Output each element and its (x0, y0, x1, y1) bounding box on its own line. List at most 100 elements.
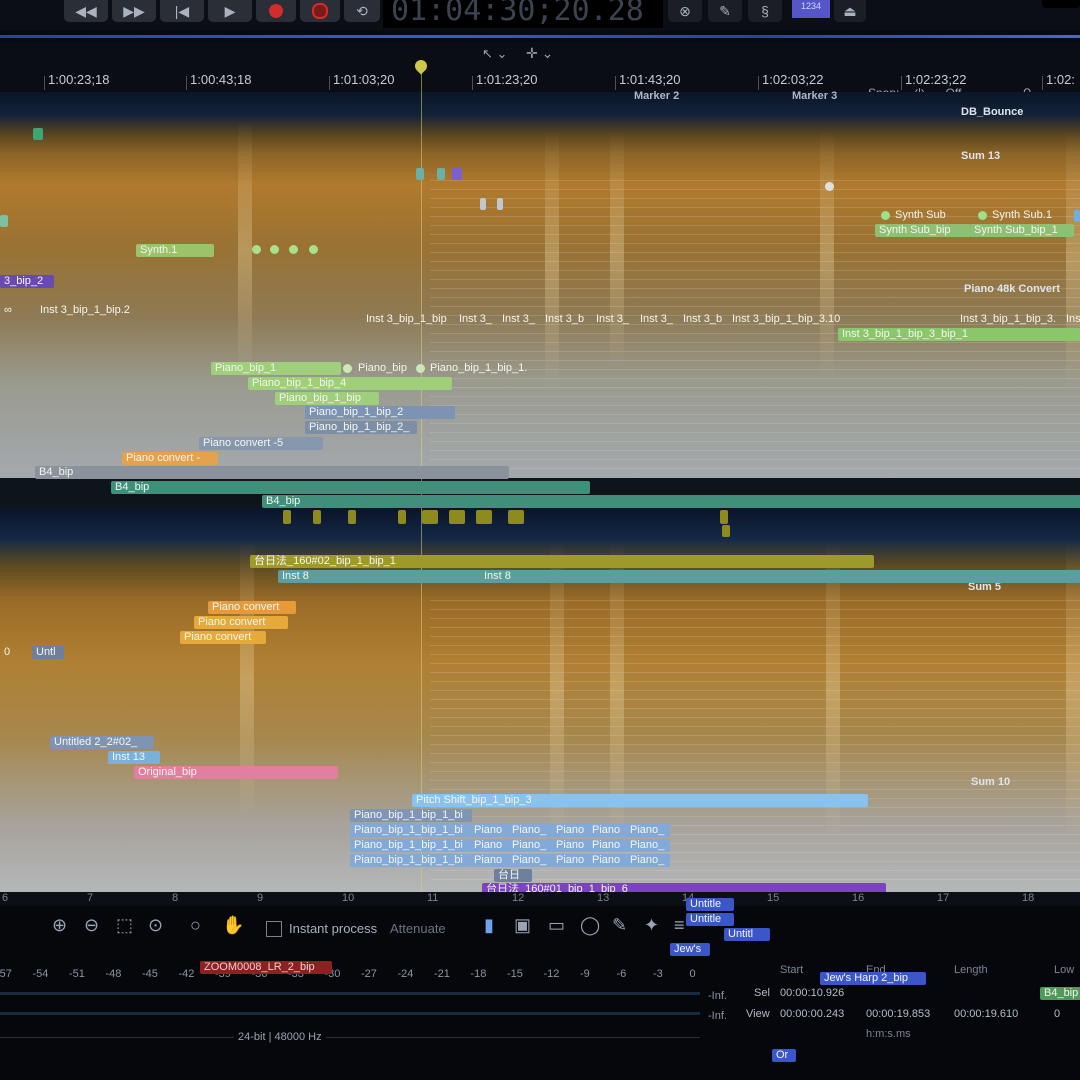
search-icon[interactable]: ○ (190, 915, 201, 936)
clip-piano-cell[interactable]: Piano (552, 839, 590, 852)
frequency-select-icon[interactable]: ▭ (548, 915, 565, 936)
automation-block[interactable] (348, 510, 356, 524)
score-icon[interactable]: § (748, 0, 782, 22)
menu-icon[interactable]: ≡ (674, 915, 685, 936)
clip-piano-bip-1-bip[interactable]: Piano_bip_1_bip (275, 392, 379, 405)
fast-forward-button[interactable]: ▶▶ (112, 0, 156, 22)
sel-start[interactable]: 00:00:10.926 (780, 987, 844, 999)
clip-marker[interactable] (33, 128, 43, 140)
brush-icon[interactable]: ✎ (612, 915, 627, 936)
clip-piano-cell[interactable]: Piano_ (626, 839, 670, 852)
view-low[interactable]: 0 (1054, 1008, 1060, 1020)
clip-marker-dot[interactable] (825, 182, 834, 191)
pointer-tool-icon[interactable]: ↖ ⌄ (482, 46, 507, 62)
clip-marker-dot[interactable] (978, 211, 987, 220)
clip-original-bip[interactable]: Original_bip (134, 766, 338, 779)
go-to-start-button[interactable]: |◀ (160, 0, 204, 22)
clip-inst3-row[interactable]: Inst 3_b (679, 313, 731, 326)
clip-inst3-row[interactable]: Inst 3_ (592, 313, 638, 326)
record-button[interactable] (256, 0, 296, 22)
clip-piano-convert-a[interactable]: Piano convert (208, 601, 296, 614)
clip-inst3-right[interactable]: Inst 3_bip_1_bip_3. (956, 313, 1064, 326)
clip-piano-cell[interactable]: Piano_ (508, 839, 554, 852)
clip-zero[interactable]: 0 (0, 646, 16, 659)
clip-kanji-small[interactable]: 台日 (494, 869, 532, 882)
clip-marker-dot[interactable] (309, 245, 318, 254)
lasso-icon[interactable]: ◯ (580, 915, 600, 936)
clip-b4-bip-3[interactable]: B4_bip (262, 495, 1080, 508)
clip-piano-bip-bi[interactable]: Piano_bip_1_bip_1_bi (350, 854, 470, 867)
clip-inst3-bip1-bip2[interactable]: Inst 3_bip_1_bip.2 (36, 304, 150, 317)
clip-piano-cell[interactable]: Piano_ (508, 824, 554, 837)
clip-piano-cell[interactable]: Piano (470, 824, 510, 837)
automation-block[interactable] (476, 510, 492, 524)
view-start[interactable]: 00:00:00.243 (780, 1008, 844, 1020)
clip-untitle-a[interactable]: Untitle (686, 898, 734, 911)
clip-inst13[interactable]: Inst 13 (108, 751, 160, 764)
clip-marker[interactable] (437, 168, 445, 180)
automation-block[interactable] (422, 510, 438, 524)
clip-marker-dot[interactable] (289, 245, 298, 254)
clip-inst3-row[interactable]: Inst 3_b (541, 313, 595, 326)
clip-synth-sub-bip[interactable]: Synth Sub_bip (875, 224, 971, 237)
hand-icon[interactable]: ✋ (222, 915, 244, 936)
clip-marker[interactable] (1074, 210, 1080, 222)
clip-piano-bip-bi-1[interactable]: Piano_bip_1_bip_1_bi (350, 809, 472, 822)
instant-process-checkbox[interactable] (266, 921, 282, 937)
automation-block[interactable] (283, 510, 291, 524)
automation-block[interactable] (398, 510, 406, 524)
clip-marker-dot[interactable] (881, 211, 890, 220)
clip-marker-dot[interactable] (252, 245, 261, 254)
clip-untitled-left[interactable]: Untl (32, 646, 64, 659)
clip-b4-bip[interactable]: B4_bip (35, 466, 509, 479)
clip-piano-bip-bi[interactable]: Piano_bip_1_bip_1_bi (350, 839, 470, 852)
magic-wand-icon[interactable]: ✦ (644, 915, 659, 936)
zoom-in-icon[interactable]: ⊕ (52, 915, 67, 936)
clip-marker[interactable] (480, 198, 486, 210)
clip-marker[interactable] (416, 168, 424, 180)
clip-piano-cell[interactable]: Piano (470, 839, 510, 852)
clip-or[interactable]: Or (772, 1049, 796, 1062)
clip-untitled-2[interactable]: Untitled 2_2#02_ (50, 736, 154, 749)
clip-piano-bip-1[interactable]: Piano_bip_1 (211, 362, 341, 375)
clip-piano-cell[interactable]: Piano (588, 854, 628, 867)
clip-synth1[interactable]: Synth.1 (136, 244, 214, 257)
clip-kanji-bip[interactable]: 台日法_160#02_bip_1_bip_1 (250, 555, 874, 568)
clip-synth-sub-bip-1[interactable]: Synth Sub_bip_1 (970, 224, 1074, 237)
clip-marker-dot[interactable] (270, 245, 279, 254)
pencil-icon[interactable]: ✎ (708, 0, 742, 22)
clip-marker[interactable] (497, 198, 503, 210)
clip-marker[interactable] (0, 215, 8, 227)
clip-zoom[interactable]: ZOOM0008_LR_2_bip (200, 961, 332, 974)
automation-block[interactable] (449, 510, 465, 524)
clip-b4-bip-2[interactable]: B4_bip (111, 481, 590, 494)
clip-inst3-row[interactable]: Inst 3_ (636, 313, 682, 326)
clip-untitl[interactable]: Untitl (724, 928, 770, 941)
marker-label[interactable]: Marker 3 (792, 90, 837, 102)
clip-inst3-right2[interactable]: Ins (1062, 313, 1080, 326)
clip-inst3-row[interactable]: Inst 3_bip_1_bip (362, 313, 458, 326)
record-armed-button[interactable] (300, 0, 340, 22)
clip-inst3-green[interactable]: Inst 3_bip_1_bip_3_bip_1 (838, 328, 1080, 341)
clip-piano-bip-1-bip-2-[interactable]: Piano_bip_1_bip_2_ (305, 421, 417, 434)
clip-inst8-b[interactable]: Inst 8 (480, 570, 1080, 583)
attenuate-select[interactable]: Attenuate (390, 921, 446, 936)
clip-marker[interactable] (452, 168, 462, 180)
clip-inst3-bip2[interactable]: 3_bip_2 (0, 275, 54, 288)
zoom-selection-icon[interactable]: ⬚ (116, 915, 133, 936)
clip-inst3-row[interactable]: Inst 3_ (455, 313, 501, 326)
play-button[interactable]: ▶ (208, 0, 252, 22)
clip-synth-sub[interactable]: Synth Sub (891, 209, 975, 222)
clip-piano-cell[interactable]: Piano (588, 824, 628, 837)
clip-pitch-shift[interactable]: Pitch Shift_bip_1_bip_3 (412, 794, 868, 807)
automation-block[interactable] (720, 510, 728, 524)
automation-block[interactable] (722, 525, 730, 537)
clip-piano-convert-c[interactable]: Piano convert (180, 631, 266, 644)
clip-piano-cell[interactable]: Piano (588, 839, 628, 852)
close-icon[interactable]: ⊗ (668, 0, 702, 22)
clip-untitle-b[interactable]: Untitle (686, 913, 734, 926)
clip-piano-cell[interactable]: Piano_ (626, 854, 670, 867)
view-end[interactable]: 00:00:19.853 (866, 1008, 930, 1020)
clip-piano-bip-1-bip-2[interactable]: Piano_bip_1_bip_2 (305, 406, 455, 419)
clip-jews-harp[interactable]: Jew's Harp 2_bip (820, 972, 926, 985)
